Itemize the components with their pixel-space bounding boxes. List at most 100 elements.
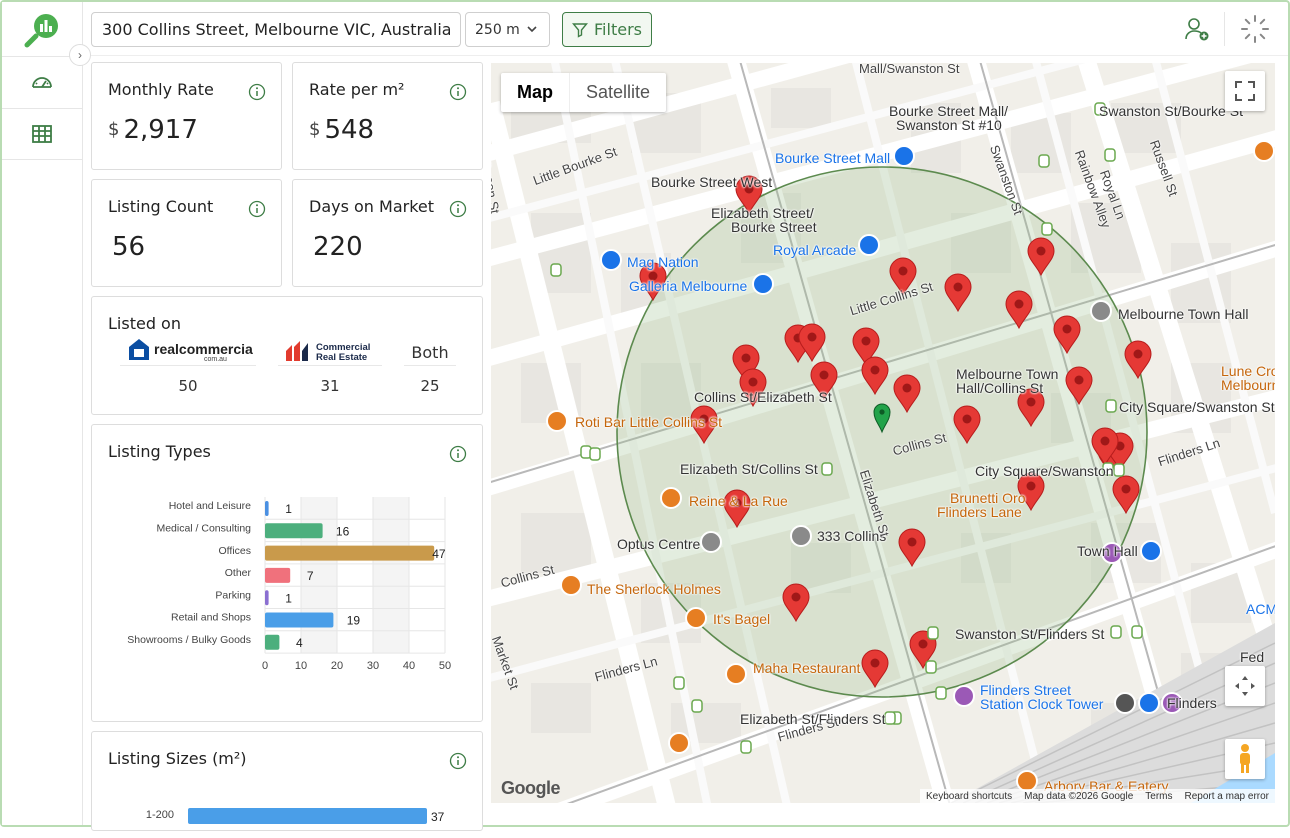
poi-icon[interactable] bbox=[700, 531, 722, 553]
tram-stop-icon[interactable] bbox=[550, 263, 562, 277]
bar-value-label: 4 bbox=[296, 636, 303, 650]
radius-select[interactable]: 250 m bbox=[465, 12, 550, 47]
poi-icon[interactable] bbox=[1253, 140, 1275, 162]
poi-icon[interactable] bbox=[546, 410, 568, 432]
poi-icon[interactable] bbox=[685, 607, 707, 629]
map-camera-control-button[interactable] bbox=[1225, 666, 1265, 706]
map-label: Collins St/Elizabeth St bbox=[694, 389, 832, 405]
bar[interactable] bbox=[265, 612, 334, 628]
poi-icon[interactable] bbox=[1140, 540, 1162, 562]
bar[interactable] bbox=[188, 808, 427, 824]
tram-stop-icon[interactable] bbox=[740, 740, 752, 754]
tram-stop-icon[interactable] bbox=[673, 676, 685, 690]
poi-icon[interactable] bbox=[893, 145, 915, 167]
keyboard-shortcuts-link[interactable]: Keyboard shortcuts bbox=[926, 791, 1012, 802]
table-icon bbox=[32, 125, 52, 143]
poi-icon[interactable] bbox=[953, 685, 975, 707]
bar[interactable] bbox=[265, 634, 280, 650]
tram-stop-icon[interactable] bbox=[589, 447, 601, 461]
collapse-sidebar-button[interactable]: › bbox=[69, 44, 91, 66]
bar[interactable] bbox=[265, 567, 291, 583]
poi-icon[interactable] bbox=[600, 249, 622, 271]
tram-stop-icon[interactable] bbox=[927, 626, 939, 640]
filter-icon bbox=[572, 22, 589, 38]
tram-stop-icon[interactable] bbox=[1041, 222, 1053, 236]
app-logo-icon[interactable] bbox=[24, 12, 64, 48]
report-map-error-link[interactable]: Report a map error bbox=[1185, 791, 1269, 802]
realcommercial-sub: com.au bbox=[204, 356, 227, 363]
bar[interactable] bbox=[265, 523, 323, 539]
map-label: Melbourne bbox=[1221, 377, 1275, 393]
bar[interactable] bbox=[265, 501, 269, 516]
listed-on-title: Listed on bbox=[108, 314, 181, 333]
bar[interactable] bbox=[265, 590, 269, 606]
bar[interactable] bbox=[265, 545, 435, 561]
cre-count: 31 bbox=[320, 377, 340, 395]
poi-icon[interactable] bbox=[660, 487, 682, 509]
satellite-tab[interactable]: Satellite bbox=[569, 73, 666, 112]
map-tab[interactable]: Map bbox=[501, 73, 569, 112]
info-icon[interactable] bbox=[449, 200, 467, 218]
info-icon[interactable] bbox=[248, 83, 266, 101]
rate-per-m2-value: $548 bbox=[309, 115, 375, 145]
x-tick-label: 10 bbox=[295, 660, 307, 672]
map-label: Maha Restaurant bbox=[753, 660, 861, 676]
poi-icon[interactable] bbox=[560, 574, 582, 596]
poi-icon[interactable] bbox=[668, 732, 690, 754]
poi-icon[interactable] bbox=[858, 234, 880, 256]
map-label: Reine & La Rue bbox=[689, 493, 788, 509]
map-label: Elizabeth St/Collins St bbox=[680, 461, 818, 477]
poi-icon[interactable] bbox=[1114, 692, 1136, 714]
poi-icon[interactable] bbox=[725, 663, 747, 685]
tram-stop-icon[interactable] bbox=[1131, 625, 1143, 639]
tram-stop-icon[interactable] bbox=[691, 699, 703, 713]
monthly-rate-value: $2,917 bbox=[108, 115, 198, 145]
listing-types-card: Listing Types 0 10 20 30 40 50 Hotel and Leisu… bbox=[91, 424, 483, 722]
address-search-input[interactable] bbox=[91, 12, 461, 47]
map-view[interactable]: Mall/Swanston St Bourke Street Mall/Swans… bbox=[491, 63, 1275, 803]
commercial-real-estate-logo-icon: Commercial Real Estate bbox=[286, 341, 370, 363]
map-label: Flinders bbox=[1167, 695, 1217, 711]
info-icon[interactable] bbox=[449, 83, 467, 101]
nav-item-table[interactable] bbox=[2, 108, 82, 160]
tram-stop-icon[interactable] bbox=[925, 660, 937, 674]
tram-stop-icon[interactable] bbox=[1104, 148, 1116, 162]
days-on-market-label: Days on Market bbox=[309, 197, 435, 216]
google-logo: Google bbox=[501, 778, 561, 798]
poi-icon[interactable] bbox=[1016, 770, 1038, 792]
street-view-pegman-button[interactable] bbox=[1225, 739, 1265, 779]
fullscreen-button[interactable] bbox=[1225, 71, 1265, 111]
x-tick-label: 30 bbox=[367, 660, 379, 672]
grid-band bbox=[373, 497, 409, 654]
poi-icon[interactable] bbox=[1138, 692, 1160, 714]
map-label: Swanston St/Flinders St bbox=[955, 626, 1105, 642]
map-label: Galleria Melbourne bbox=[629, 278, 748, 294]
tram-stop-icon[interactable] bbox=[821, 462, 833, 476]
add-user-icon[interactable] bbox=[1184, 16, 1210, 42]
both-count: 25 bbox=[420, 377, 440, 395]
map-label: Bourke Street Mall bbox=[775, 150, 891, 166]
listing-count-card: Listing Count 56 bbox=[91, 179, 282, 287]
tram-stop-icon[interactable] bbox=[1105, 399, 1117, 413]
info-icon[interactable] bbox=[449, 752, 467, 770]
tram-stop-icon[interactable] bbox=[1110, 625, 1122, 639]
x-tick-label: 20 bbox=[331, 660, 343, 672]
pegman-icon bbox=[1240, 744, 1250, 773]
tram-stop-icon[interactable] bbox=[1038, 154, 1050, 168]
nav-item-dashboard[interactable] bbox=[2, 56, 82, 108]
filters-button[interactable]: Filters bbox=[562, 12, 652, 47]
poi-icon[interactable] bbox=[1090, 300, 1112, 322]
loading-spinner-icon bbox=[1241, 15, 1269, 43]
info-icon[interactable] bbox=[248, 200, 266, 218]
listing-sizes-title: Listing Sizes (m²) bbox=[108, 749, 247, 768]
divider bbox=[120, 365, 256, 366]
tram-stop-icon[interactable] bbox=[935, 686, 947, 700]
listing-count-value: 56 bbox=[112, 232, 146, 262]
chevron-down-icon bbox=[527, 26, 537, 33]
terms-link[interactable]: Terms bbox=[1145, 791, 1172, 802]
poi-icon[interactable] bbox=[752, 273, 774, 295]
map-label: City Square/Swanston bbox=[975, 463, 1114, 479]
tram-stop-icon[interactable] bbox=[1113, 463, 1125, 477]
tram-stop-icon[interactable] bbox=[884, 711, 896, 725]
poi-icon[interactable] bbox=[790, 525, 812, 547]
